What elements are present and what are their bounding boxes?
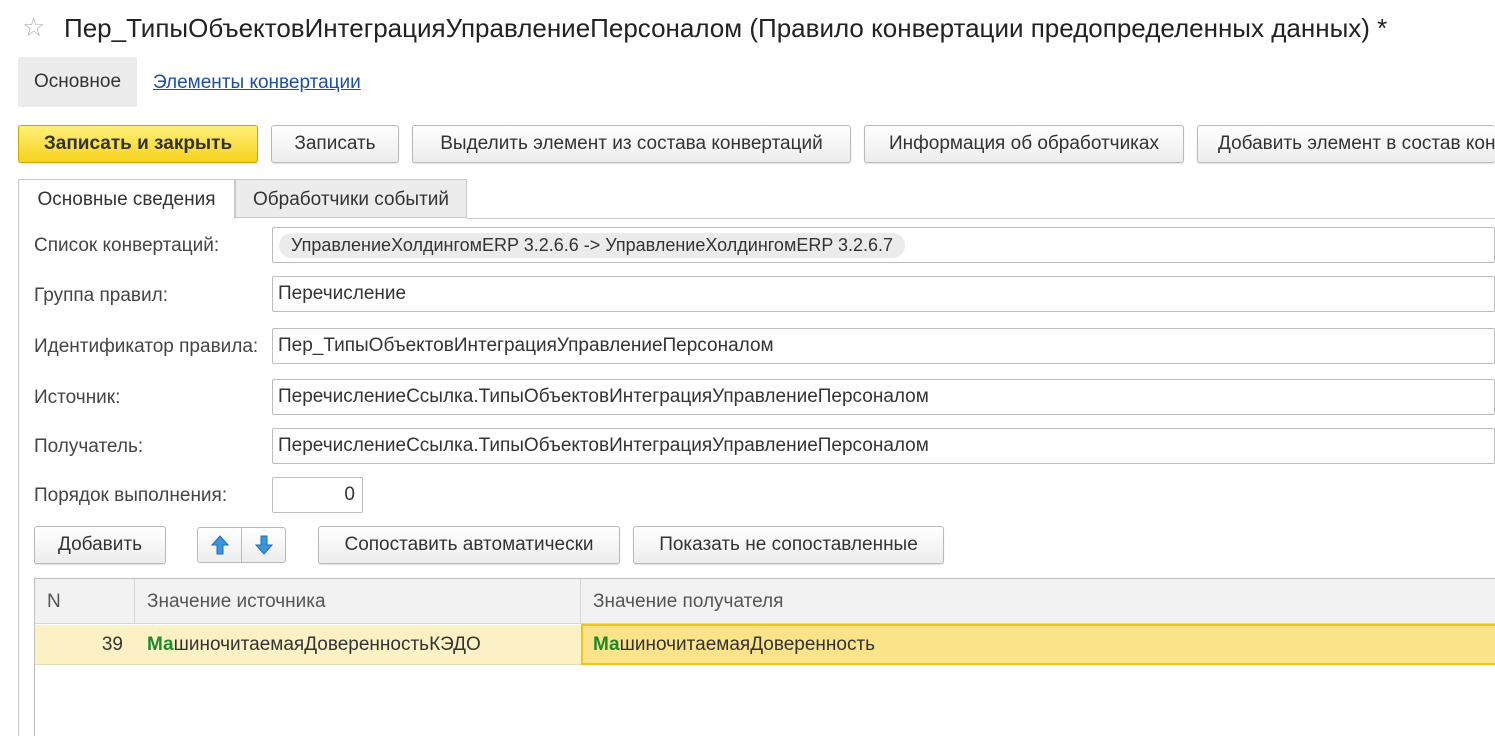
receiver-field[interactable]: ПеречислениеСсылка.ТипыОбъектовИнтеграци… xyxy=(272,428,1495,464)
table-header: N Значение источника Значение получателя xyxy=(35,579,1495,624)
source-value-cell[interactable]: МашиночитаемаяДоверенностьКЭДО xyxy=(147,625,481,665)
search-match-highlight: Ма xyxy=(147,634,174,655)
table-row[interactable]: 39 МашиночитаемаяДоверенностьКЭДО Машино… xyxy=(35,624,1495,665)
add-element-button[interactable]: Добавить элемент в состав конвертаций xyxy=(1197,125,1495,163)
tab-main-info[interactable]: Основные сведения xyxy=(18,179,235,219)
execution-order-label: Порядок выполнения: xyxy=(34,485,228,506)
rule-group-label: Группа правил: xyxy=(34,285,168,306)
execution-order-field[interactable]: 0 xyxy=(272,477,363,513)
source-label: Источник: xyxy=(34,387,121,408)
tab-divider xyxy=(467,218,1495,219)
extract-element-button[interactable]: Выделить элемент из состава конвертаций xyxy=(412,125,851,163)
handlers-info-button[interactable]: Информация об обработчиках xyxy=(864,125,1184,163)
nav-conversion-elements-link[interactable]: Элементы конвертации xyxy=(153,71,361,95)
arrow-down-icon xyxy=(254,535,273,555)
values-table[interactable]: N Значение источника Значение получателя… xyxy=(34,578,1495,736)
source-value-text: шиночитаемаяДоверенностьКЭДО xyxy=(173,634,481,655)
arrow-up-icon xyxy=(210,535,229,555)
show-unmatched-button[interactable]: Показать не сопоставленные xyxy=(633,526,944,564)
move-up-button[interactable] xyxy=(197,527,242,563)
tab-event-handlers[interactable]: Обработчики событий xyxy=(235,179,467,218)
search-match-highlight: Ма xyxy=(593,634,620,655)
star-icon[interactable]: ☆ xyxy=(22,12,45,42)
add-button[interactable]: Добавить xyxy=(34,526,166,564)
conversion-chip[interactable]: УправлениеХолдингомERP 3.2.6.6 -> Управл… xyxy=(279,233,906,258)
window-title: Пер_ТипыОбъектовИнтеграцияУправлениеПерс… xyxy=(64,13,1388,43)
auto-match-button[interactable]: Сопоставить автоматически xyxy=(318,526,620,564)
target-value-text: шиночитаемаяДоверенность xyxy=(619,634,876,655)
move-down-button[interactable] xyxy=(241,527,286,563)
receiver-label: Получатель: xyxy=(34,436,144,457)
rule-group-field[interactable]: Перечисление xyxy=(272,276,1495,312)
column-header-target-value[interactable]: Значение получателя xyxy=(581,579,1495,624)
column-header-n[interactable]: N xyxy=(35,579,135,624)
conversions-field[interactable]: УправлениеХолдингомERP 3.2.6.6 -> Управл… xyxy=(272,227,1495,263)
row-number: 39 xyxy=(101,634,123,655)
source-field[interactable]: ПеречислениеСсылка.ТипыОбъектовИнтеграци… xyxy=(272,379,1495,415)
save-button[interactable]: Записать xyxy=(271,125,399,163)
target-value-cell[interactable]: МашиночитаемаяДоверенность xyxy=(581,624,1495,665)
save-and-close-button[interactable]: Записать и закрыть xyxy=(18,125,258,163)
nav-main[interactable]: Основное xyxy=(18,57,137,107)
conversions-label: Список конвертаций: xyxy=(34,235,220,256)
column-header-source-value[interactable]: Значение источника xyxy=(135,579,581,624)
tab-frame-border xyxy=(18,218,19,736)
rule-id-field[interactable]: Пер_ТипыОбъектовИнтеграцияУправлениеПерс… xyxy=(272,328,1495,364)
rule-id-label: Идентификатор правила: xyxy=(34,336,259,357)
